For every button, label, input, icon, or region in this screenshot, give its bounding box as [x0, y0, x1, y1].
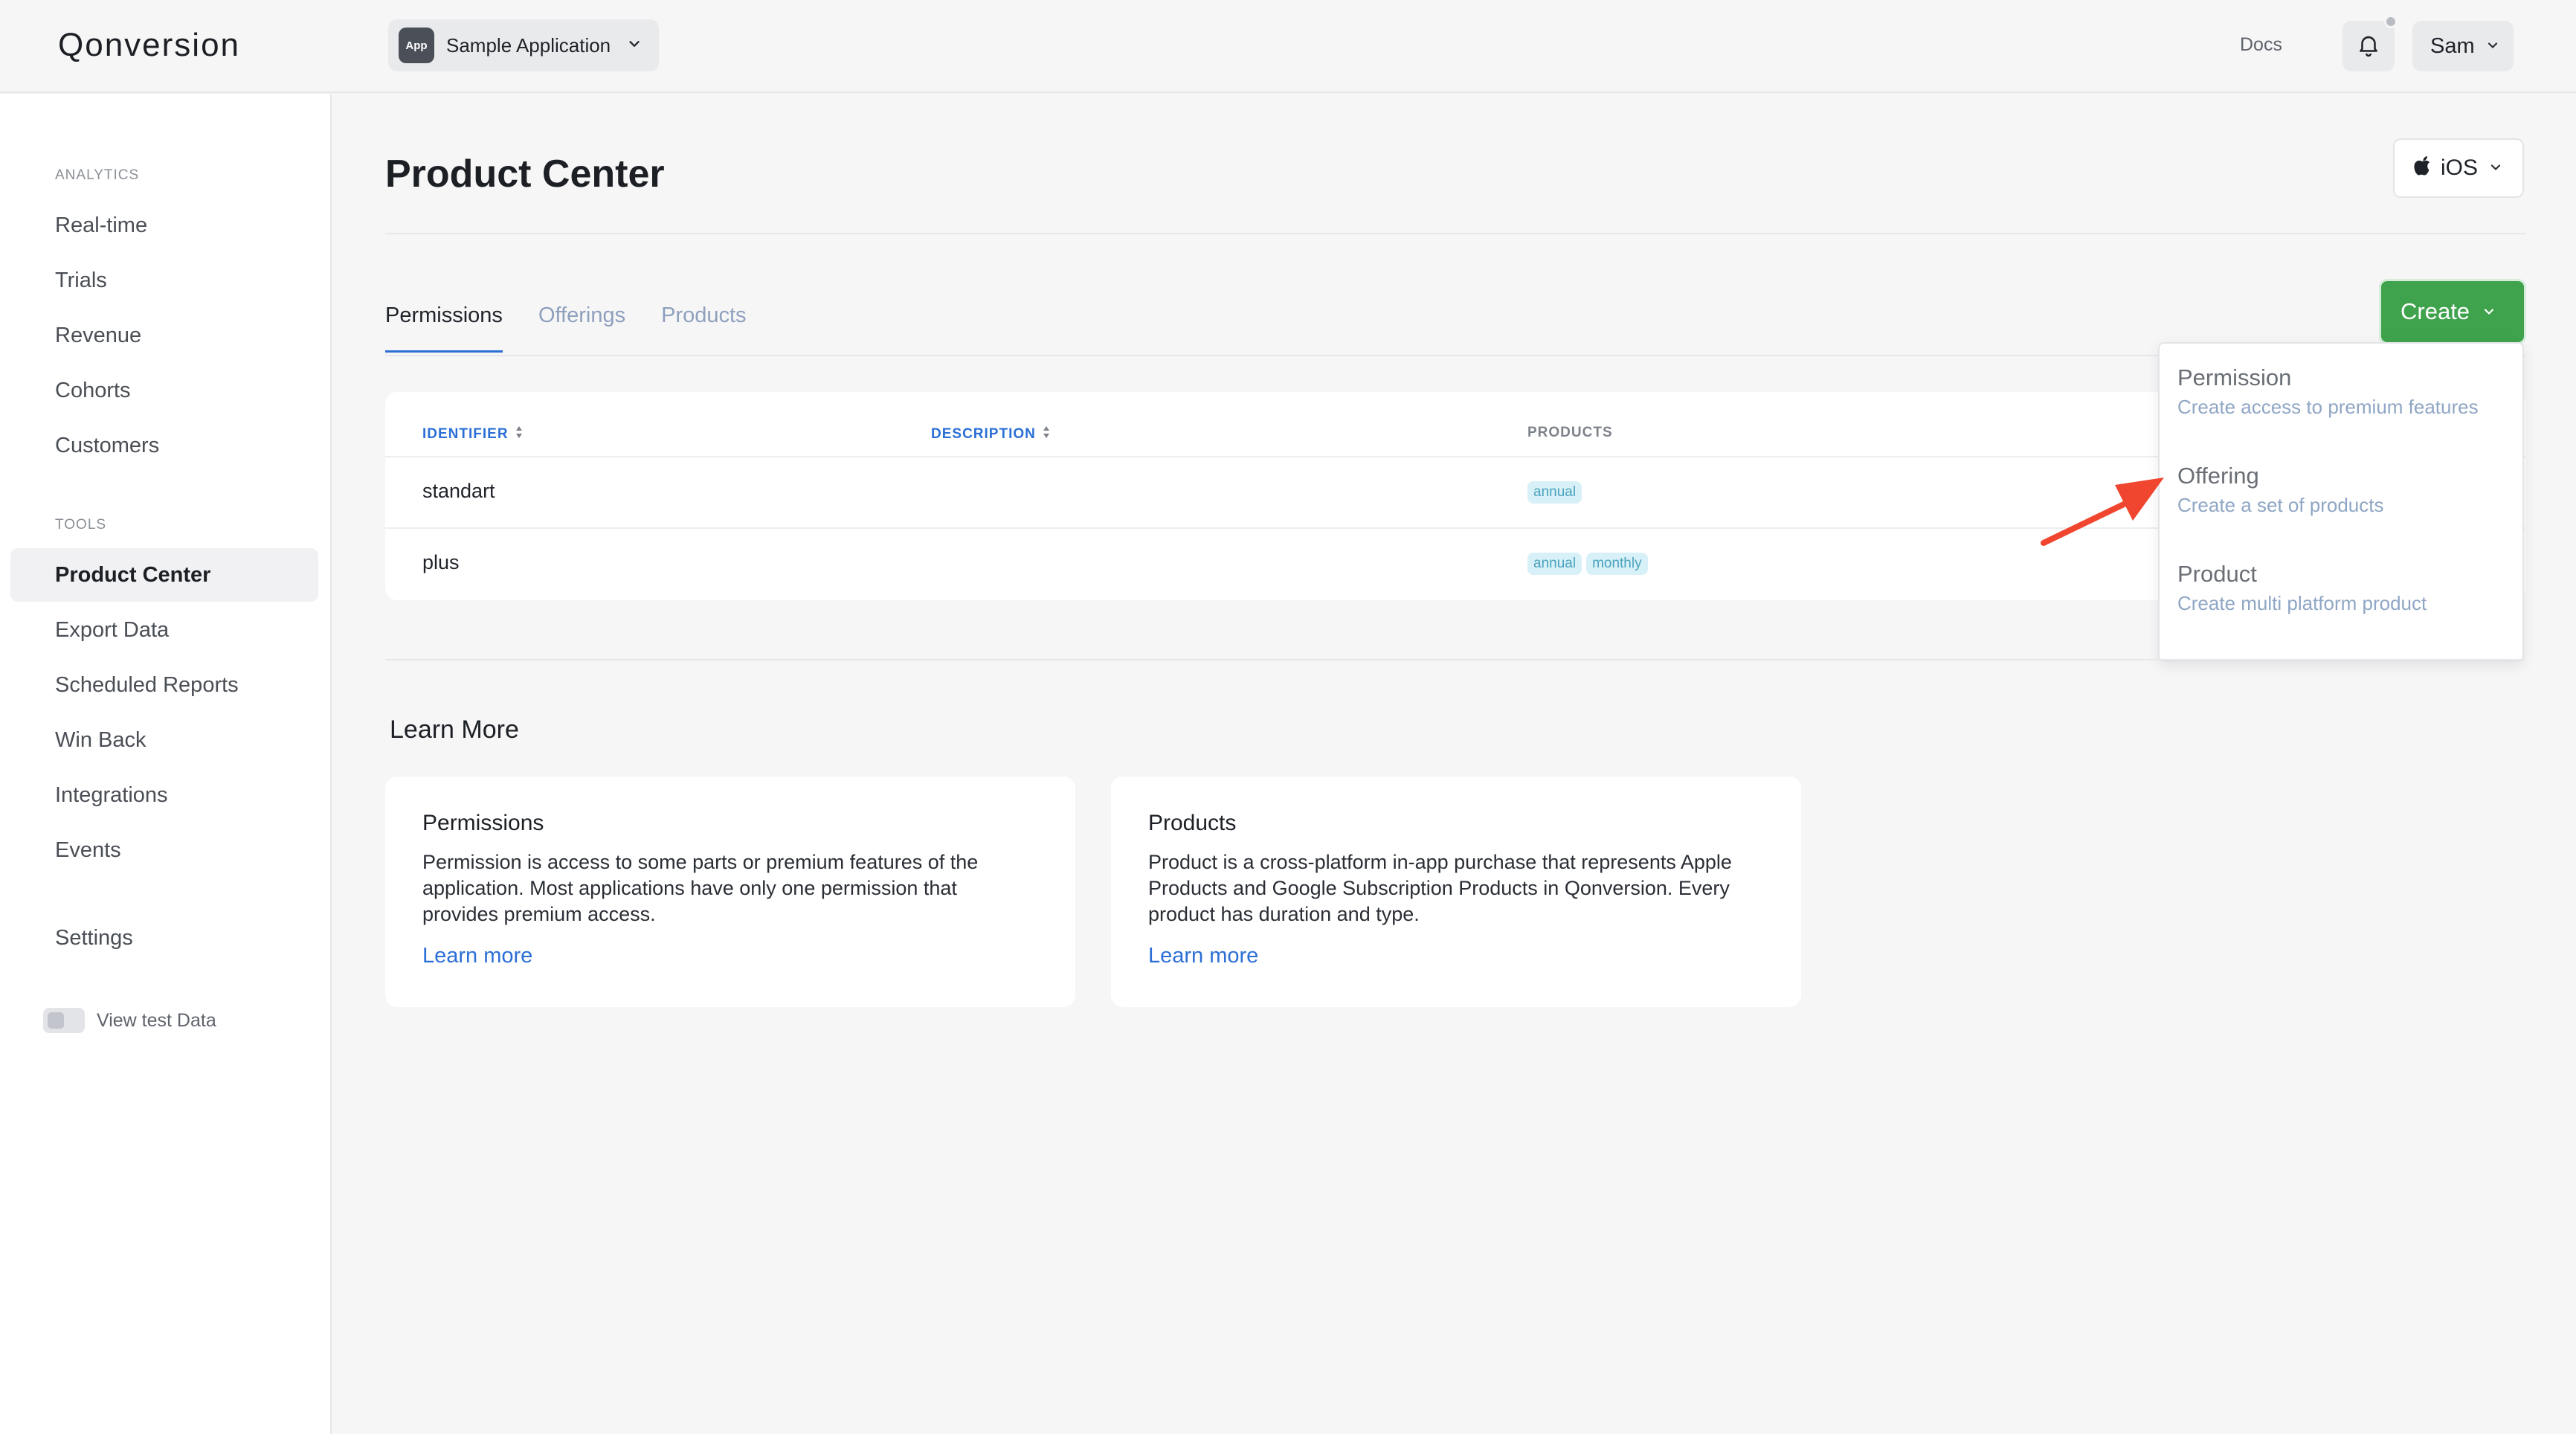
- app-name: Sample Application: [446, 33, 611, 57]
- learn-card-permissions: Permissions Permission is access to some…: [385, 777, 1075, 1007]
- sidebar-item-integrations[interactable]: Integrations: [10, 768, 318, 822]
- chevron-down-icon: [2488, 155, 2503, 181]
- qonversion-logo[interactable]: Qonversion: [58, 27, 240, 64]
- divider: [385, 659, 2525, 660]
- sidebar-item-cohorts[interactable]: Cohorts: [10, 364, 318, 417]
- sidebar-item-events[interactable]: Events: [10, 823, 318, 877]
- menu-item-title: Offering: [2177, 463, 2259, 489]
- column-header-description[interactable]: DESCRIPTION: [931, 425, 1051, 444]
- card-title: Products: [1148, 811, 1237, 835]
- sidebar-item-settings[interactable]: Settings: [10, 911, 318, 965]
- top-bar: Qonversion App Sample Application Docs S…: [0, 0, 2576, 93]
- tab-permissions[interactable]: Permissions: [385, 303, 503, 353]
- tab-offerings[interactable]: Offerings: [538, 303, 625, 353]
- sidebar-item-trials[interactable]: Trials: [10, 254, 318, 307]
- user-menu-button[interactable]: Sam: [2412, 21, 2514, 71]
- test-data-toggle-row: View test Data: [43, 1008, 216, 1033]
- user-name: Sam: [2430, 33, 2475, 58]
- menu-item-product[interactable]: Product Create multi platform product: [2177, 561, 2427, 615]
- table-row-products: annual monthly: [1527, 553, 1652, 575]
- learn-more-link[interactable]: Learn more: [1148, 944, 1258, 968]
- create-label: Create: [2400, 298, 2470, 324]
- section-label-tools: TOOLS: [55, 517, 107, 533]
- column-header-label: IDENTIFIER: [422, 426, 509, 442]
- tab-products[interactable]: Products: [661, 303, 746, 353]
- notifications-button[interactable]: [2342, 21, 2395, 71]
- sidebar: ANALYTICS Real-time Trials Revenue Cohor…: [0, 94, 332, 1434]
- product-center-tabs: Permissions Offerings Products: [385, 303, 782, 353]
- sidebar-item-product-center[interactable]: Product Center: [10, 548, 318, 602]
- card-title: Permissions: [422, 811, 544, 835]
- chevron-down-icon: [2475, 34, 2500, 59]
- sidebar-item-win-back[interactable]: Win Back: [10, 713, 318, 767]
- table-row-identifier[interactable]: standart: [422, 480, 495, 503]
- chevron-down-icon: [626, 36, 643, 56]
- table-row-identifier[interactable]: plus: [422, 551, 460, 574]
- menu-item-description: Create access to premium features: [2177, 396, 2479, 418]
- apple-icon: [2414, 155, 2432, 181]
- menu-item-description: Create multi platform product: [2177, 592, 2427, 614]
- app-badge: App: [399, 28, 434, 63]
- annotation-arrow-icon: [2038, 469, 2171, 554]
- platform-selector[interactable]: iOS: [2393, 138, 2524, 198]
- product-tag: monthly: [1586, 553, 1648, 575]
- card-text: Product is a cross-platform in-app purch…: [1148, 851, 1732, 925]
- menu-item-title: Permission: [2177, 364, 2292, 390]
- menu-item-offering[interactable]: Offering Create a set of products: [2177, 463, 2383, 517]
- learn-card-products: Products Product is a cross-platform in-…: [1111, 777, 1801, 1007]
- column-header-identifier[interactable]: IDENTIFIER: [422, 425, 524, 444]
- test-data-toggle[interactable]: [43, 1008, 85, 1033]
- column-header-products: PRODUCTS: [1527, 425, 1613, 440]
- menu-item-description: Create a set of products: [2177, 494, 2384, 516]
- sidebar-item-scheduled-reports[interactable]: Scheduled Reports: [10, 658, 318, 712]
- sidebar-item-customers[interactable]: Customers: [10, 419, 318, 472]
- table-row-products: annual: [1527, 481, 1586, 504]
- test-data-label: View test Data: [97, 1009, 216, 1031]
- toggle-knob: [48, 1012, 64, 1029]
- chevron-down-icon: [2470, 298, 2496, 325]
- sort-icon: [1036, 425, 1051, 444]
- platform-label: iOS: [2441, 155, 2479, 180]
- menu-item-permission[interactable]: Permission Create access to premium feat…: [2177, 364, 2479, 419]
- notification-dot: [2384, 15, 2398, 28]
- product-tag: annual: [1527, 553, 1582, 575]
- app-selector[interactable]: App Sample Application: [388, 19, 659, 71]
- card-text: Permission is access to some parts or pr…: [422, 851, 979, 925]
- learn-more-link[interactable]: Learn more: [422, 944, 532, 968]
- product-tag: annual: [1527, 481, 1582, 504]
- docs-link[interactable]: Docs: [2240, 34, 2282, 56]
- section-label-analytics: ANALYTICS: [55, 167, 140, 183]
- create-button[interactable]: Create: [2381, 281, 2524, 342]
- column-header-label: DESCRIPTION: [931, 426, 1036, 442]
- sidebar-item-real-time[interactable]: Real-time: [10, 199, 318, 252]
- bell-icon: [2356, 31, 2381, 62]
- create-dropdown-menu: Permission Create access to premium feat…: [2158, 342, 2524, 662]
- sort-icon: [509, 425, 524, 444]
- divider: [385, 233, 2525, 234]
- sidebar-item-revenue[interactable]: Revenue: [10, 309, 318, 362]
- learn-more-heading: Learn More: [390, 716, 519, 744]
- sidebar-item-export-data[interactable]: Export Data: [10, 603, 318, 657]
- menu-item-title: Product: [2177, 561, 2257, 587]
- page-title: Product Center: [385, 152, 665, 196]
